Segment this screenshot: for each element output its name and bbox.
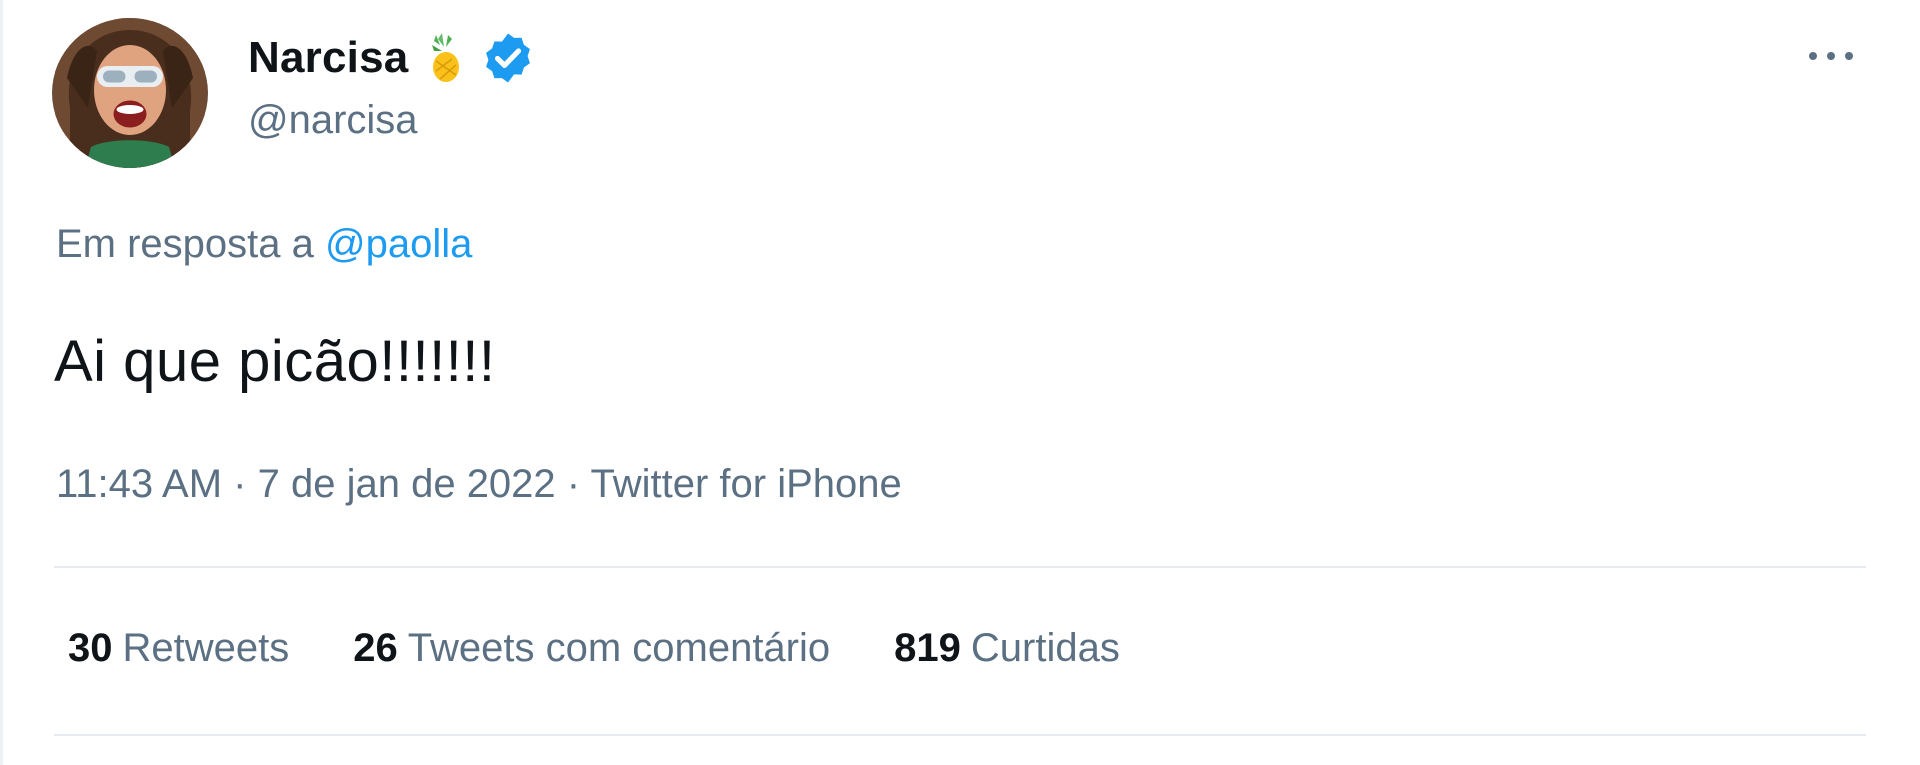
- retweets-label: Retweets: [122, 626, 290, 670]
- retweets-stat[interactable]: 30 Retweets: [68, 626, 289, 671]
- tweet-time[interactable]: 11:43 AM: [56, 462, 222, 506]
- tweet-card: Narcisa @narcisa Em resposta a @paolla A…: [0, 0, 1920, 765]
- more-options-icon[interactable]: [1805, 46, 1857, 66]
- verified-badge-icon: [486, 33, 531, 83]
- tweet-source[interactable]: Twitter for iPhone: [591, 462, 902, 506]
- avatar-photo: [55, 18, 205, 168]
- quote-tweets-count: 26: [353, 626, 398, 670]
- divider: [54, 734, 1866, 736]
- author-handle[interactable]: @narcisa: [248, 98, 418, 143]
- meta-separator: ·: [566, 462, 581, 506]
- tweet-text: Ai que picão!!!!!!!: [54, 329, 496, 394]
- reply-context: Em resposta a @paolla: [56, 222, 472, 267]
- reply-prefix: Em resposta a: [56, 222, 314, 266]
- author-name-row: Narcisa: [248, 28, 536, 88]
- pineapple-icon: [432, 33, 460, 82]
- tweet-date[interactable]: 7 de jan de 2022: [258, 462, 556, 506]
- author-display-name[interactable]: Narcisa: [248, 33, 408, 83]
- divider: [54, 566, 1866, 568]
- meta-separator: ·: [233, 462, 247, 506]
- tweet-meta: 11:43 AM · 7 de jan de 2022 · Twitter fo…: [56, 462, 902, 507]
- retweets-count: 30: [68, 626, 113, 670]
- quote-tweets-label: Tweets com comentário: [407, 626, 831, 670]
- likes-stat[interactable]: 819 Curtidas: [894, 626, 1120, 671]
- engagement-stats: 30 Retweets 26 Tweets com comentário 819 Cu…: [68, 626, 1184, 671]
- likes-label: Curtidas: [970, 626, 1120, 670]
- likes-count: 819: [894, 626, 961, 670]
- reply-target-link[interactable]: @paolla: [325, 222, 472, 266]
- avatar[interactable]: [52, 18, 208, 168]
- quote-tweets-stat[interactable]: 26 Tweets com comentário: [353, 626, 830, 671]
- left-border: [0, 0, 3, 765]
